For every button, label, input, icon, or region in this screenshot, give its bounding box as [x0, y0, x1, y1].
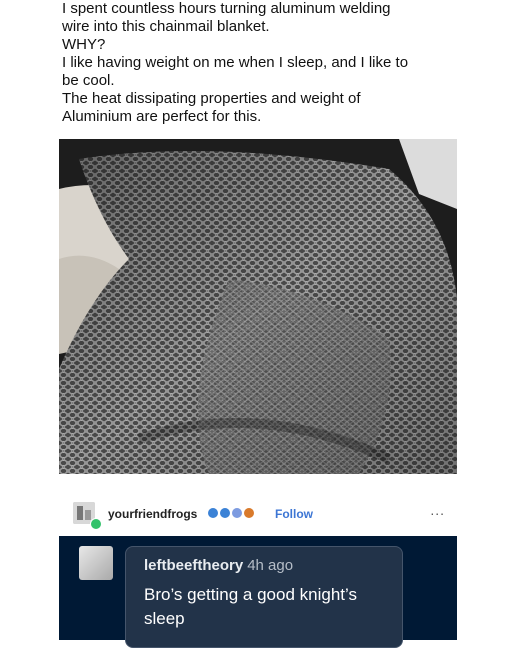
verified-badge-icon	[220, 508, 230, 518]
verified-badge-icon	[208, 508, 218, 518]
chainmail-blanket-photo	[59, 139, 457, 474]
post-caption: I spent countless hours turning aluminum…	[62, 0, 462, 126]
caption-line: I like having weight on me when I sleep,…	[62, 54, 409, 71]
badge-icon	[244, 508, 254, 518]
caption-line: The heat dissipating properties and weig…	[62, 90, 361, 107]
reply-bubble: leftbeeftheory 4h ago Bro’s getting a goo…	[125, 546, 403, 648]
caption-line: Aluminium are perfect for this.	[62, 108, 262, 125]
reply-timestamp: 4h ago	[247, 557, 294, 574]
caption-line: WHY?	[62, 36, 106, 53]
reply-section: leftbeeftheory 4h ago Bro’s getting a goo…	[59, 536, 457, 648]
caption-line: be cool.	[62, 72, 115, 89]
user-badges	[208, 508, 254, 518]
avatar-status-badge	[90, 518, 102, 530]
post-username[interactable]: yourfriendfrogs	[108, 507, 197, 521]
more-options-icon[interactable]: ...	[430, 502, 445, 518]
caption-line: I spent countless hours turning aluminum…	[62, 0, 391, 17]
badge-icon	[232, 508, 242, 518]
reply-username[interactable]: leftbeeftheory	[144, 557, 243, 574]
reply-text: Bro’s getting a good knight’s sleep	[144, 585, 357, 628]
reply-header: leftbeeftheory 4h ago	[144, 557, 293, 574]
post-header: yourfriendfrogs Follow ...	[59, 488, 457, 536]
reply-avatar[interactable]	[79, 546, 113, 580]
caption-line: wire into this chainmail blanket.	[62, 18, 270, 35]
follow-button[interactable]: Follow	[275, 507, 313, 521]
